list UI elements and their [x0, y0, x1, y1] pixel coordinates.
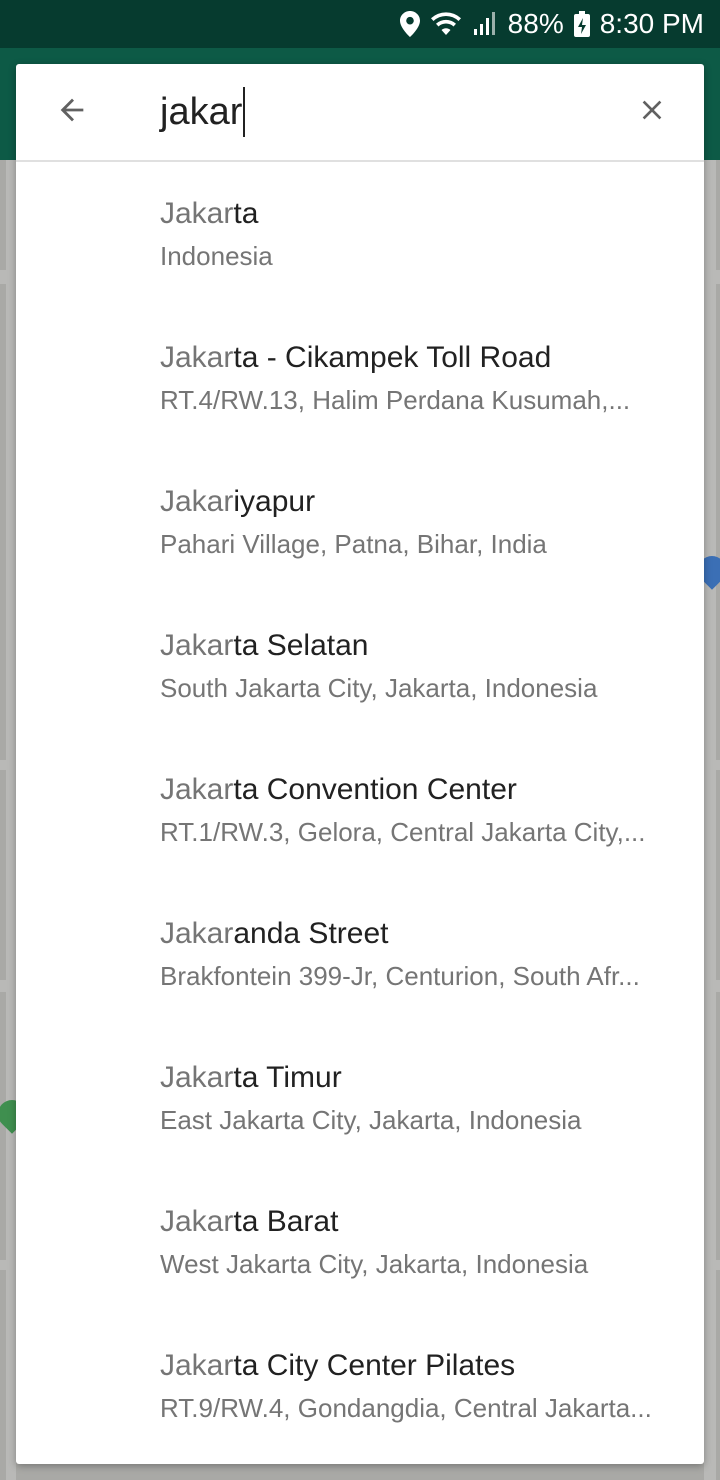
result-subtitle: Pahari Village, Patna, Bihar, India [160, 529, 547, 559]
text-caret [243, 87, 246, 137]
result-title: Jakarta Convention Center [160, 773, 517, 806]
result-title: Jakariyapur [160, 485, 316, 518]
clear-button[interactable] [628, 88, 676, 136]
result-subtitle: Brakfontein 399-Jr, Centurion, South Afr… [160, 961, 640, 991]
location-icon [399, 11, 420, 37]
search-bar: jakar [16, 64, 704, 162]
close-icon [636, 94, 668, 131]
result-title: Jakarta Timur [160, 1061, 342, 1094]
result-item[interactable]: Jakariyapur Pahari Village, Patna, Bihar… [16, 450, 704, 594]
battery-icon [573, 11, 590, 37]
result-item[interactable]: Jakarta Timur East Jakarta City, Jakarta… [16, 1026, 704, 1170]
result-subtitle: South Jakarta City, Jakarta, Indonesia [160, 673, 598, 703]
search-dialog: jakar Jakarta Indonesia Jakarta - Cikamp… [16, 64, 704, 1464]
result-subtitle: Indonesia [160, 241, 273, 271]
search-query: jakar [160, 90, 243, 133]
status-time: 8:30 PM [599, 8, 704, 39]
battery-percent: 88% [507, 8, 564, 39]
result-title: Jakarta - Cikampek Toll Road [160, 341, 552, 374]
status-bar: 88% 8:30 PM [0, 0, 720, 48]
result-item[interactable]: Jakarta - Cikampek Toll Road RT.4/RW.13,… [16, 306, 704, 450]
result-title: Jakarta Selatan [160, 629, 369, 662]
result-title: Jakarta [160, 197, 259, 230]
result-subtitle: West Jakarta City, Jakarta, Indonesia [160, 1249, 589, 1279]
result-subtitle: RT.4/RW.13, Halim Perdana Kusumah,... [160, 385, 631, 415]
back-button[interactable] [44, 88, 100, 136]
search-input[interactable]: jakar [160, 86, 600, 138]
map-road [704, 160, 716, 1480]
result-title: Jakarta Barat [160, 1205, 339, 1238]
result-title: Jakarta City Center Pilates [160, 1349, 516, 1382]
result-subtitle: East Jakarta City, Jakarta, Indonesia [160, 1105, 582, 1135]
result-item[interactable]: Jakarta Selatan South Jakarta City, Jaka… [16, 594, 704, 738]
result-item[interactable]: Jakarta Indonesia [16, 162, 704, 306]
arrow-back-icon [55, 93, 89, 132]
map-road [6, 160, 16, 1480]
result-item[interactable]: Jakarta Barat West Jakarta City, Jakarta… [16, 1170, 704, 1314]
result-subtitle: RT.1/RW.3, Gelora, Central Jakarta City,… [160, 817, 646, 847]
results-list: Jakarta Indonesia Jakarta - Cikampek Tol… [16, 162, 704, 1458]
result-item[interactable]: Jakarta City Center Pilates RT.9/RW.4, G… [16, 1314, 704, 1458]
signal-icon [472, 11, 498, 37]
result-item[interactable]: Jakarta Convention Center RT.1/RW.3, Gel… [16, 738, 704, 882]
result-item[interactable]: Jakaranda Street Brakfontein 399-Jr, Cen… [16, 882, 704, 1026]
wifi-icon [430, 11, 462, 37]
result-title: Jakaranda Street [160, 917, 389, 950]
result-subtitle: RT.9/RW.4, Gondangdia, Central Jakarta..… [160, 1393, 652, 1423]
